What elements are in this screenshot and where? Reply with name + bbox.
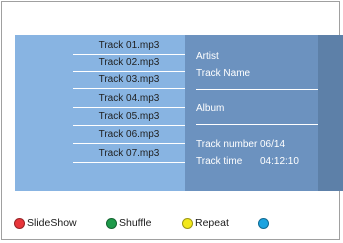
yellow-dot-icon [182,217,193,229]
track-item-07[interactable]: Track 07.mp3 [73,146,185,163]
blue-key[interactable] [258,216,271,230]
album-label: Album [196,103,225,114]
track-number-value: 06/14 [260,139,286,150]
repeat-label: Repeat [195,217,229,229]
track-item-04[interactable]: Track 04.mp3 [73,91,185,108]
track-item-05[interactable]: Track 05.mp3 [73,109,185,126]
track-item-03[interactable]: Track 03.mp3 [73,72,185,89]
blue-dot-icon [258,217,269,229]
shuffle-label: Shuffle [119,217,152,229]
track-time-value: 04:12:10 [260,156,299,167]
artist-label: Artist [196,51,219,62]
scroll-strip [318,35,343,191]
info-divider [196,89,318,90]
track-number-label: Track number [196,139,258,150]
green-key-shuffle[interactable]: Shuffle [106,216,152,230]
track-list: Track 01.mp3 Track 02.mp3 Track 03.mp3 T… [15,35,185,191]
track-item-01[interactable]: Track 01.mp3 [73,38,185,55]
track-info-panel: Artist Track Name Album Track number 06/… [185,35,318,191]
green-dot-icon [106,217,117,229]
media-panel: Track 01.mp3 Track 02.mp3 Track 03.mp3 T… [15,35,343,191]
yellow-key-repeat[interactable]: Repeat [182,216,229,230]
track-item-06[interactable]: Track 06.mp3 [73,127,185,144]
track-time-label: Track time [196,156,243,167]
media-browser-screen: Track 01.mp3 Track 02.mp3 Track 03.mp3 T… [1,1,343,240]
track-name-label: Track Name [196,68,251,79]
info-divider [196,124,318,125]
red-dot-icon [14,217,25,229]
slideshow-label: SlideShow [27,217,77,229]
track-item-02[interactable]: Track 02.mp3 [73,55,185,72]
red-key-slideshow[interactable]: SlideShow [14,216,77,230]
